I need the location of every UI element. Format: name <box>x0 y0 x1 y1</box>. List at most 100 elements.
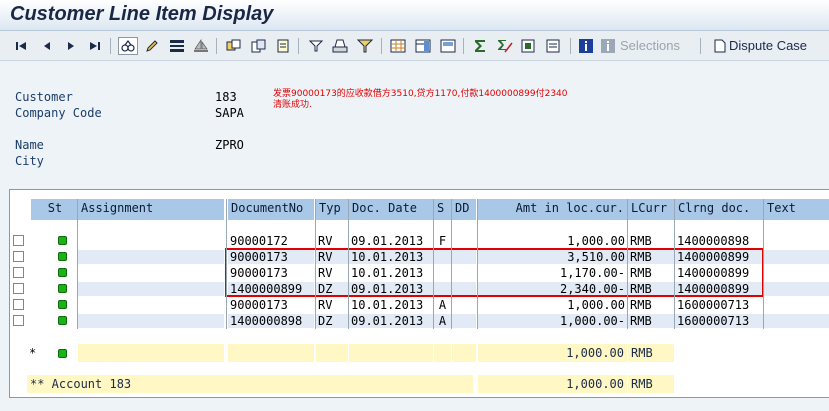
subtotal-amount: 1,000.00 <box>478 344 627 362</box>
column-header-dd[interactable]: DD <box>452 199 476 220</box>
cell-lcurr: RMB <box>628 250 674 264</box>
cell-typ: DZ <box>316 282 348 296</box>
cell-typ: RV <box>316 250 348 264</box>
cell-typ: RV <box>316 234 348 248</box>
export-icon[interactable] <box>520 37 538 55</box>
total-sigma-icon[interactable] <box>471 37 489 55</box>
column-header-clrng-doc[interactable]: Clrng doc. <box>675 199 763 220</box>
sum-filter-icon[interactable] <box>356 37 374 55</box>
cell-doc-date: 09.01.2013 <box>349 234 433 248</box>
row-select-checkbox[interactable] <box>13 315 24 326</box>
first-page-icon[interactable] <box>14 37 28 55</box>
change-layout-icon[interactable] <box>414 37 432 55</box>
table-row[interactable]: 90000173 RV 10.01.2013 1,170.00- RMB 14000008… <box>9 265 829 281</box>
cell-text <box>764 298 829 312</box>
table-row[interactable]: 90000173 RV 10.01.2013 A 1,000.00 RMB 16000007… <box>9 297 829 313</box>
subtotal-typ-cell <box>316 344 348 362</box>
save-layout-icon[interactable] <box>439 37 457 55</box>
cell-amount: 1,000.00- <box>478 314 627 328</box>
cell-dd <box>452 314 476 328</box>
column-header-st[interactable]: St <box>31 199 79 220</box>
subtotal-icon[interactable] <box>496 37 514 55</box>
cell-clrng-doc: 1400000899 <box>675 250 763 264</box>
document-details-icon[interactable] <box>275 37 291 55</box>
column-header-document-no[interactable]: DocumentNo <box>228 199 314 220</box>
cell-clrng-doc: 1400000899 <box>675 282 763 296</box>
column-header-doc-date[interactable]: Doc. Date <box>349 199 433 220</box>
name-label: Name <box>15 138 44 152</box>
cell-dd <box>452 250 476 264</box>
print-icon[interactable] <box>331 37 349 55</box>
account-total-row: ** Account 183 1,000.00 RMB <box>9 371 829 397</box>
last-page-icon[interactable] <box>88 37 102 55</box>
next-page-icon[interactable] <box>64 37 78 55</box>
cell-text <box>764 282 829 296</box>
row-select-checkbox[interactable] <box>13 299 24 310</box>
cell-amount: 1,170.00- <box>478 266 627 280</box>
column-header-lcurr[interactable]: LCurr <box>628 199 674 220</box>
mass-change-icon[interactable] <box>168 37 186 55</box>
edit-pencil-icon[interactable] <box>144 37 160 55</box>
cell-assignment <box>78 282 224 296</box>
selections-button[interactable]: Selections <box>620 38 680 53</box>
subtotal-date-cell <box>349 344 433 362</box>
cell-s <box>434 282 451 296</box>
dispute-case-button[interactable]: Dispute Case <box>729 38 807 53</box>
column-divider <box>226 199 227 329</box>
cell-document-no: 90000173 <box>228 298 314 312</box>
subtotal-marker: * <box>29 346 37 360</box>
cell-document-no: 1400000898 <box>228 314 314 328</box>
status-green-icon <box>58 284 67 293</box>
name-value: ZPRO <box>215 138 244 152</box>
graphic-icon[interactable] <box>545 37 563 55</box>
column-header-typ[interactable]: Typ <box>316 199 348 220</box>
row-select-checkbox[interactable] <box>13 283 24 294</box>
cell-doc-date: 10.01.2013 <box>349 298 433 312</box>
cell-typ: RV <box>316 298 348 312</box>
row-select-checkbox[interactable] <box>13 251 24 262</box>
sailboat-icon[interactable] <box>192 37 210 55</box>
deselect-icon[interactable] <box>250 37 268 55</box>
filter-icon[interactable] <box>307 37 325 55</box>
cell-dd <box>452 298 476 312</box>
customer-label: Customer <box>15 90 73 104</box>
select-all-icon[interactable] <box>225 37 243 55</box>
column-divider <box>77 199 78 329</box>
column-header-s[interactable]: S <box>434 199 451 220</box>
cell-doc-date: 10.01.2013 <box>349 250 433 264</box>
status-green-icon <box>58 252 67 261</box>
city-label: City <box>15 154 44 168</box>
table-row[interactable]: 1400000899 DZ 09.01.2013 2,340.00- RMB 140000… <box>9 281 829 297</box>
cell-clrng-doc: 1400000899 <box>675 266 763 280</box>
cell-s <box>434 250 451 264</box>
layout-grid-icon[interactable] <box>389 37 407 55</box>
annotation-note-line1: 发票90000173的应收款借方3510,贷方1170,付款1400000899… <box>273 89 568 99</box>
cell-typ: RV <box>316 266 348 280</box>
cell-amount: 1,000.00 <box>478 298 627 312</box>
column-header-text[interactable]: Text <box>764 199 829 220</box>
column-divider <box>433 199 434 329</box>
row-select-checkbox[interactable] <box>13 267 24 278</box>
column-divider <box>627 199 628 329</box>
subtotal-dd-cell <box>452 344 476 362</box>
cell-doc-date: 10.01.2013 <box>349 266 433 280</box>
column-divider <box>451 199 452 329</box>
table-row[interactable]: 90000172 RV 09.01.2013 F 1,000.00 RMB 14000008… <box>9 233 829 249</box>
row-select-checkbox[interactable] <box>13 235 24 246</box>
table-row[interactable]: 1400000898 DZ 09.01.2013 A 1,000.00- RMB 16000… <box>9 313 829 329</box>
column-header-assignment[interactable]: Assignment <box>78 199 224 220</box>
cell-dd <box>452 234 476 248</box>
table-row[interactable]: 90000173 RV 10.01.2013 3,510.00 RMB 140000089… <box>9 249 829 265</box>
toolbar-separator <box>570 38 571 54</box>
previous-page-icon[interactable] <box>40 37 54 55</box>
column-header-amount[interactable]: Amt in loc.cur. <box>478 199 627 220</box>
cell-amount: 2,340.00- <box>478 282 627 296</box>
cell-clrng-doc: 1600000713 <box>675 314 763 328</box>
info-icon[interactable] <box>578 37 594 55</box>
toolbar-separator <box>298 38 299 54</box>
cell-doc-date: 09.01.2013 <box>349 314 433 328</box>
status-green-icon <box>58 316 67 325</box>
display-document-icon[interactable] <box>118 37 138 55</box>
cell-text <box>764 250 829 264</box>
table-header-row: St Assignment DocumentNo Typ Doc. Date S… <box>9 199 829 220</box>
